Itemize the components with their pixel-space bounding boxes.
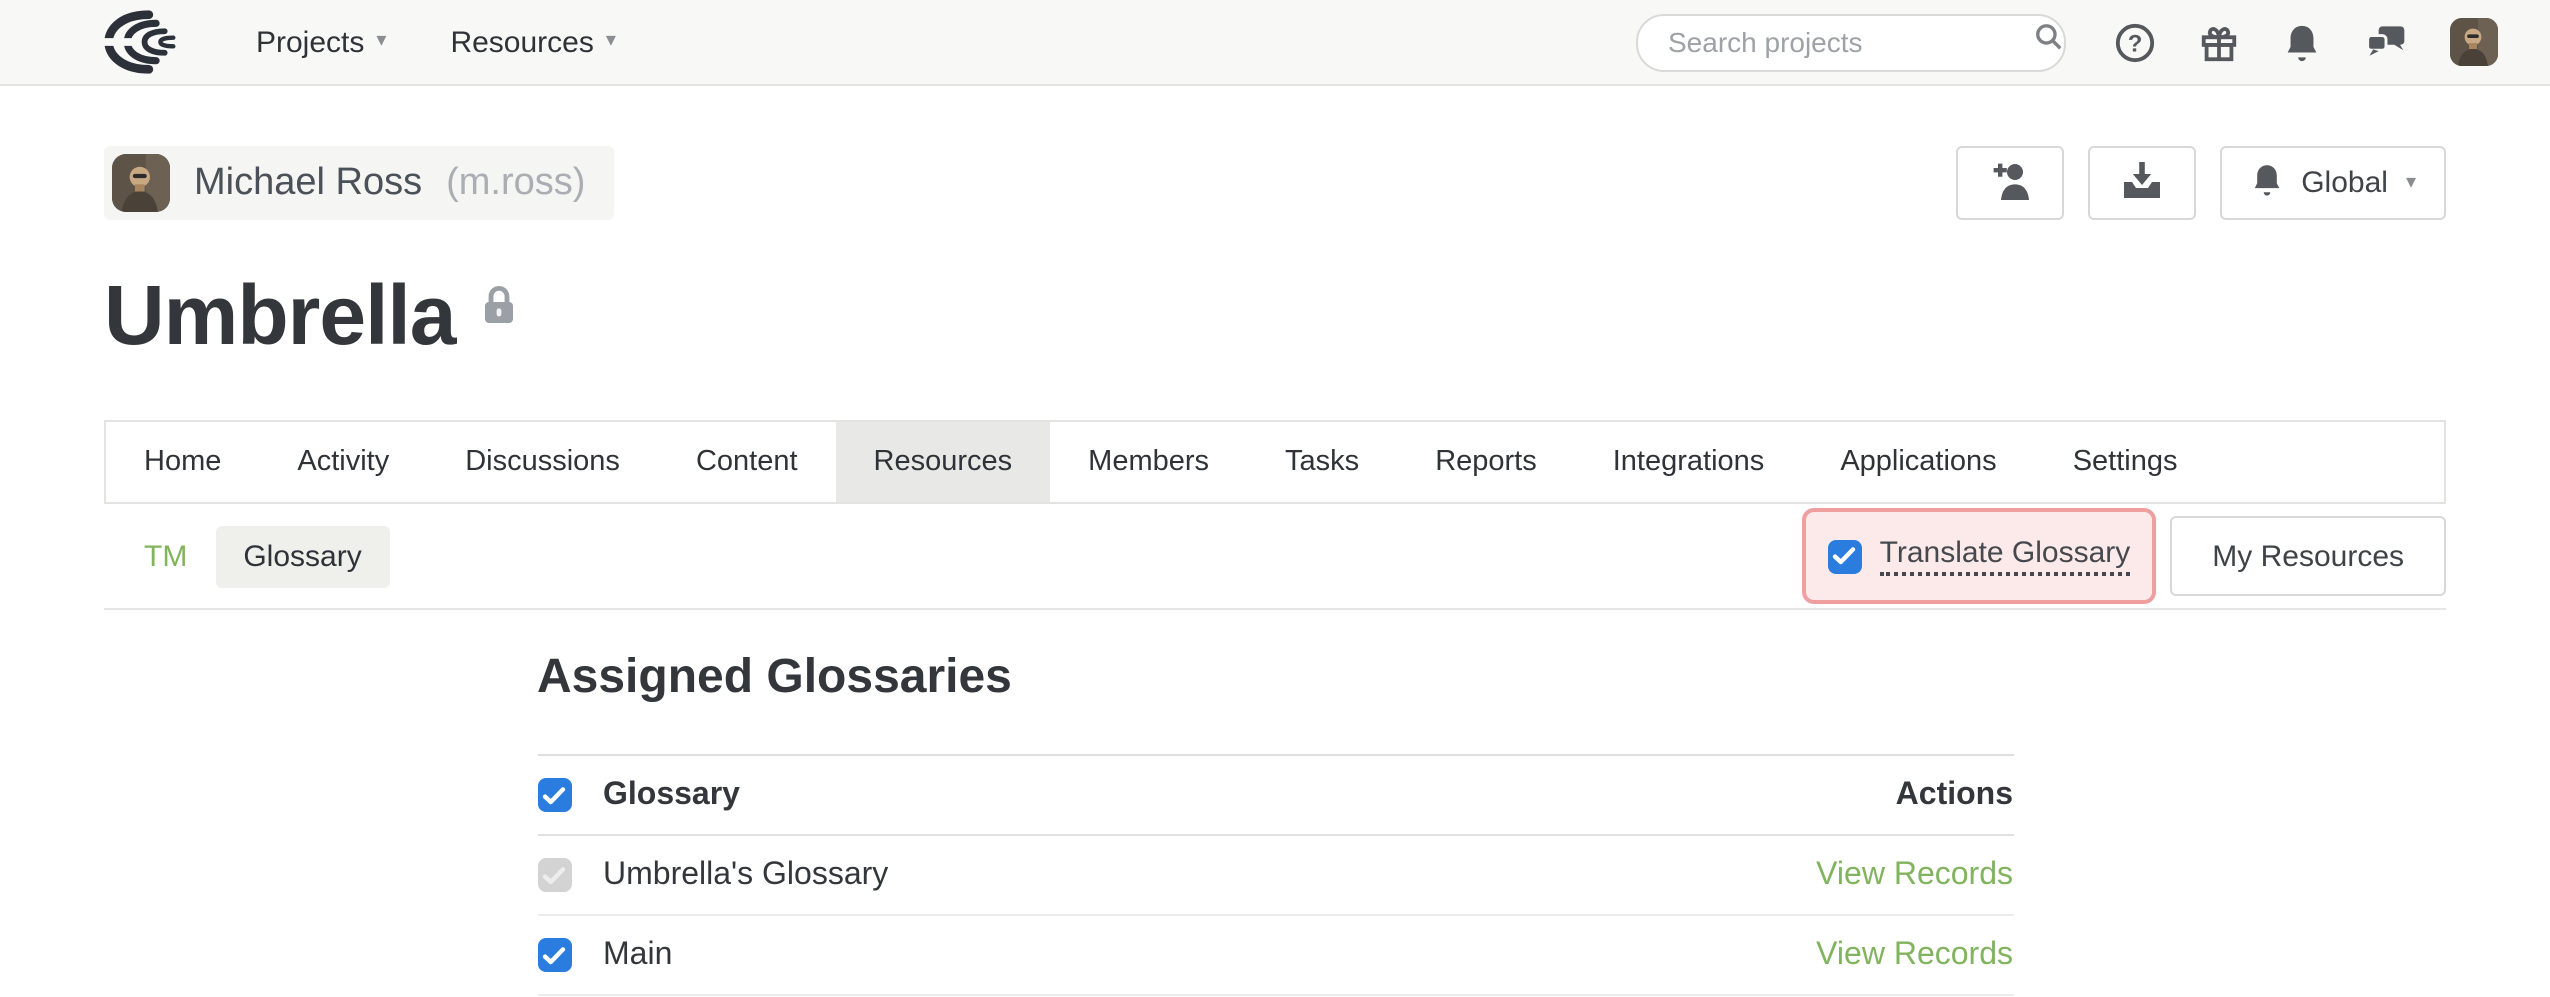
invite-member-button[interactable] [1955,146,2063,220]
resources-subnav: TM Glossary Translate Glossary My Resour… [104,505,2446,611]
gift-icon[interactable] [2198,21,2240,63]
glossary-name: Umbrella's Glossary [603,858,888,894]
table-header-row: Glossary Actions [537,757,2013,837]
tab-activity[interactable]: Activity [259,423,427,503]
add-user-icon [1985,158,2033,208]
glossary-name: Main [603,938,672,974]
projects-menu[interactable]: Projects ▾ [256,25,386,59]
resources-menu-label: Resources [450,25,593,59]
svg-text:?: ? [2128,30,2143,57]
name-column-header: Glossary [603,778,740,814]
global-notifications-button[interactable]: Global ▾ [2219,146,2446,220]
translate-glossary-highlight: Translate Glossary [1802,509,2157,605]
translate-glossary-link[interactable]: Translate Glossary [1880,537,2131,577]
chevron-down-icon: ▾ [376,32,386,52]
tab-home[interactable]: Home [106,423,259,503]
row-checkbox[interactable] [537,939,571,973]
my-resources-button[interactable]: My Resources [2170,517,2446,597]
subnav-item-tm[interactable]: TM [144,540,187,574]
tab-resources[interactable]: Resources [836,423,1051,503]
bell-icon[interactable] [2282,21,2322,63]
search-icon [2034,22,2064,62]
user-avatar[interactable] [2450,18,2498,66]
tab-discussions[interactable]: Discussions [427,423,658,503]
resources-menu[interactable]: Resources ▾ [450,25,615,59]
download-button[interactable] [2087,146,2195,220]
row-checkbox-disabled [537,859,571,893]
download-tray-icon [2117,158,2165,208]
table-row: Main View Records [537,917,2013,997]
brand-logo-icon[interactable] [100,8,192,76]
private-lock-icon [479,284,517,336]
subnav-item-glossary[interactable]: Glossary [215,526,389,588]
project-owner-chip[interactable]: Michael Ross (m.ross) [104,146,613,220]
select-all-checkbox[interactable] [537,779,571,813]
chevron-down-icon: ▾ [2406,173,2416,193]
tab-members[interactable]: Members [1050,423,1247,503]
help-icon[interactable]: ? [2114,21,2156,63]
tab-settings[interactable]: Settings [2035,423,2216,503]
table-row: Umbrella's Glossary View Records [537,837,2013,917]
owner-name: Michael Ross [194,161,422,205]
chevron-down-icon: ▾ [606,32,616,52]
tab-integrations[interactable]: Integrations [1575,423,1803,503]
view-records-link[interactable]: View Records [1816,938,2013,974]
bell-icon [2249,161,2283,205]
tab-reports[interactable]: Reports [1397,423,1575,503]
page-title: Umbrella [104,268,455,365]
glossaries-table: Glossary Actions Umbrella's Glossary Vie… [537,755,2013,997]
view-records-link[interactable]: View Records [1816,858,2013,894]
projects-menu-label: Projects [256,25,364,59]
tab-applications[interactable]: Applications [1802,423,2034,503]
tab-content[interactable]: Content [658,423,836,503]
search-input[interactable] [1664,24,2034,60]
actions-column-header: Actions [1896,778,2013,814]
section-heading: Assigned Glossaries [537,651,2013,707]
translate-glossary-checkbox[interactable] [1828,540,1862,574]
global-button-label: Global [2301,166,2388,200]
messages-icon[interactable] [2364,22,2408,62]
owner-avatar [112,154,170,212]
owner-username: (m.ross) [446,161,585,205]
search-box[interactable] [1636,13,2066,71]
project-tabs: Home Activity Discussions Content Resour… [104,421,2446,505]
top-navigation-bar: Projects ▾ Resources ▾ ? [0,0,2550,86]
tab-tasks[interactable]: Tasks [1247,423,1397,503]
